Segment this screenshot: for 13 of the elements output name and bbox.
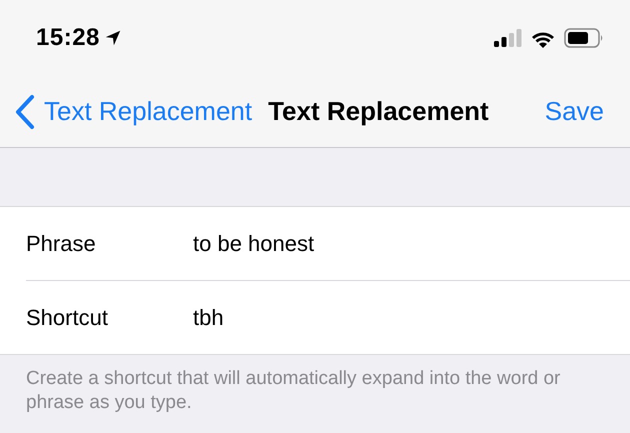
signal-icon [494,29,522,47]
nav-title: Text Replacement [268,96,490,127]
input-field[interactable]: tbh [193,304,610,330]
save-button[interactable]: Save [544,96,604,127]
field-label: Phrase [26,230,97,256]
footer-note: Create a shortcut that will automatically expand into the word or phrase as you type. [26,367,562,415]
input-field[interactable]: to be honest [193,230,610,256]
chevron-left-icon [14,94,36,130]
status-time: 15:28 [36,24,100,52]
location-arrow-icon [104,29,122,47]
battery-icon [564,28,604,48]
field-label: Shortcut [26,304,109,330]
back-button[interactable]: Text Replacement [14,94,252,130]
